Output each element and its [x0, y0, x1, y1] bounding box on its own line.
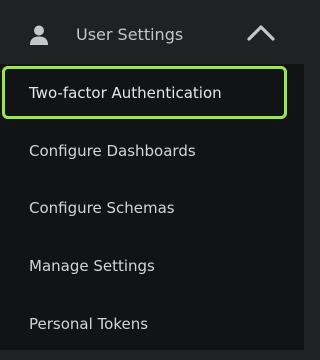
submenu-item-two-factor-authentication[interactable]: Two-factor Authentication: [0, 64, 304, 122]
submenu-item-label: Manage Settings: [29, 257, 155, 275]
bottom-divider: [0, 350, 304, 360]
header-title: User Settings: [76, 25, 184, 44]
submenu-item-label: Configure Schemas: [29, 199, 175, 217]
chevron-up-icon[interactable]: [244, 20, 278, 46]
submenu-item-configure-dashboards[interactable]: Configure Dashboards: [0, 122, 304, 180]
submenu-item-configure-schemas[interactable]: Configure Schemas: [0, 179, 304, 237]
user-icon: [28, 24, 50, 46]
submenu-item-label: Two-factor Authentication: [29, 84, 222, 102]
submenu-item-manage-settings[interactable]: Manage Settings: [0, 237, 304, 295]
user-settings-header[interactable]: User Settings: [0, 0, 304, 64]
submenu-item-personal-tokens[interactable]: Personal Tokens: [0, 295, 304, 353]
user-settings-submenu: Two-factor Authentication Configure Dash…: [0, 64, 304, 360]
submenu-item-label: Configure Dashboards: [29, 142, 196, 160]
submenu-item-label: Personal Tokens: [29, 315, 149, 333]
